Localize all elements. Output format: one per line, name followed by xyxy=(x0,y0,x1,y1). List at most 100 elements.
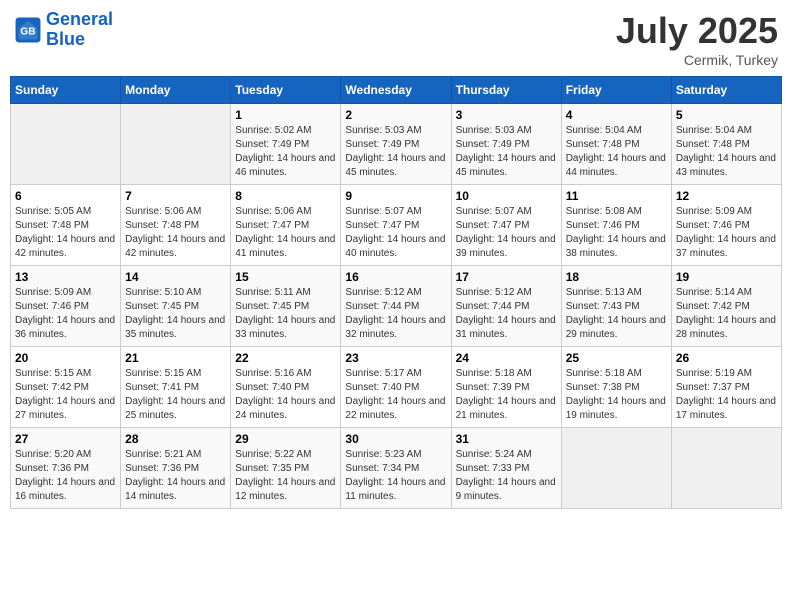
day-info: Sunrise: 5:15 AMSunset: 7:42 PMDaylight:… xyxy=(15,367,116,423)
day-number: 13 xyxy=(15,270,116,284)
logo-line1: General xyxy=(46,9,113,29)
calendar-day-cell: 21Sunrise: 5:15 AMSunset: 7:41 PMDayligh… xyxy=(121,347,231,428)
month-title: July 2025 xyxy=(616,10,778,52)
day-number: 25 xyxy=(566,351,667,365)
title-block: July 2025 Cermik, Turkey xyxy=(616,10,778,68)
calendar-day-cell: 3Sunrise: 5:03 AMSunset: 7:49 PMDaylight… xyxy=(451,104,561,185)
calendar-day-cell: 15 Sunrise: 5:11 AMSunset: 7:45 PMDayligh… xyxy=(231,266,341,347)
calendar-day-cell: 8Sunrise: 5:06 AMSunset: 7:47 PMDaylight… xyxy=(231,185,341,266)
calendar-day-cell: 18 Sunrise: 5:13 AMSunset: 7:43 PMDayligh… xyxy=(561,266,671,347)
calendar-day-cell: 16 Sunrise: 5:12 AMSunset: 7:44 PMDayligh… xyxy=(341,266,451,347)
day-number: 20 xyxy=(15,351,116,365)
calendar-day-cell xyxy=(121,104,231,185)
day-number: 12 xyxy=(676,189,777,203)
day-number: 2 xyxy=(345,108,446,122)
calendar-day-cell: 23 Sunrise: 5:17 AMSunset: 7:40 PMDayligh… xyxy=(341,347,451,428)
location-subtitle: Cermik, Turkey xyxy=(616,52,778,68)
logo: GB General Blue xyxy=(14,10,113,50)
page-header: GB General Blue July 2025 Cermik, Turkey xyxy=(10,10,782,68)
calendar-day-cell: 24 Sunrise: 5:18 AMSunset: 7:39 PMDayligh… xyxy=(451,347,561,428)
day-number: 14 xyxy=(125,270,226,284)
svg-text:GB: GB xyxy=(20,26,35,37)
calendar-table: SundayMondayTuesdayWednesdayThursdayFrid… xyxy=(10,76,782,509)
calendar-day-cell: 31Sunrise: 5:24 AMSunset: 7:33 PMDayligh… xyxy=(451,428,561,509)
day-info: Sunrise: 5:04 AMSunset: 7:48 PMDaylight:… xyxy=(566,124,667,180)
logo-line2: Blue xyxy=(46,29,85,49)
day-info: Sunrise: 5:09 AMSunset: 7:46 PMDaylight:… xyxy=(15,286,116,342)
calendar-day-cell: 19 Sunrise: 5:14 AMSunset: 7:42 PMDayligh… xyxy=(671,266,781,347)
day-number: 16 xyxy=(345,270,446,284)
day-info: Sunrise: 5:07 AMSunset: 7:47 PMDaylight:… xyxy=(345,205,446,261)
calendar-week-row: 20 Sunrise: 5:15 AMSunset: 7:42 PMDayligh… xyxy=(11,347,782,428)
day-number: 23 xyxy=(345,351,446,365)
day-number: 31 xyxy=(456,432,557,446)
calendar-day-cell: 4 Sunrise: 5:04 AMSunset: 7:48 PMDaylight… xyxy=(561,104,671,185)
weekday-header: Sunday xyxy=(11,77,121,104)
day-info: Sunrise: 5:11 AMSunset: 7:45 PMDaylight:… xyxy=(235,286,336,342)
day-info: Sunrise: 5:08 AMSunset: 7:46 PMDaylight:… xyxy=(566,205,667,261)
day-info: Sunrise: 5:04 AMSunset: 7:48 PMDaylight:… xyxy=(676,124,777,180)
calendar-day-cell: 7Sunrise: 5:06 AMSunset: 7:48 PMDaylight… xyxy=(121,185,231,266)
day-number: 28 xyxy=(125,432,226,446)
day-number: 26 xyxy=(676,351,777,365)
day-info: Sunrise: 5:13 AMSunset: 7:43 PMDaylight:… xyxy=(566,286,667,342)
day-number: 4 xyxy=(566,108,667,122)
calendar-day-cell xyxy=(671,428,781,509)
day-number: 8 xyxy=(235,189,336,203)
day-info: Sunrise: 5:17 AMSunset: 7:40 PMDaylight:… xyxy=(345,367,446,423)
day-number: 11 xyxy=(566,189,667,203)
calendar-day-cell: 13 Sunrise: 5:09 AMSunset: 7:46 PMDayligh… xyxy=(11,266,121,347)
day-info: Sunrise: 5:10 AMSunset: 7:45 PMDaylight:… xyxy=(125,286,226,342)
weekday-header: Thursday xyxy=(451,77,561,104)
calendar-day-cell: 12 Sunrise: 5:09 AMSunset: 7:46 PMDayligh… xyxy=(671,185,781,266)
day-info: Sunrise: 5:19 AMSunset: 7:37 PMDaylight:… xyxy=(676,367,777,423)
calendar-day-cell: 27 Sunrise: 5:20 AMSunset: 7:36 PMDayligh… xyxy=(11,428,121,509)
calendar-day-cell: 14 Sunrise: 5:10 AMSunset: 7:45 PMDayligh… xyxy=(121,266,231,347)
logo-icon: GB xyxy=(14,16,42,44)
calendar-week-row: 6 Sunrise: 5:05 AMSunset: 7:48 PMDaylight… xyxy=(11,185,782,266)
day-info: Sunrise: 5:09 AMSunset: 7:46 PMDaylight:… xyxy=(676,205,777,261)
weekday-header-row: SundayMondayTuesdayWednesdayThursdayFrid… xyxy=(11,77,782,104)
day-info: Sunrise: 5:18 AMSunset: 7:39 PMDaylight:… xyxy=(456,367,557,423)
calendar-day-cell: 6 Sunrise: 5:05 AMSunset: 7:48 PMDaylight… xyxy=(11,185,121,266)
day-number: 21 xyxy=(125,351,226,365)
day-info: Sunrise: 5:21 AMSunset: 7:36 PMDaylight:… xyxy=(125,448,226,504)
day-info: Sunrise: 5:23 AMSunset: 7:34 PMDaylight:… xyxy=(345,448,446,504)
calendar-day-cell: 2 Sunrise: 5:03 AMSunset: 7:49 PMDaylight… xyxy=(341,104,451,185)
day-number: 29 xyxy=(235,432,336,446)
day-number: 27 xyxy=(15,432,116,446)
day-number: 6 xyxy=(15,189,116,203)
day-info: Sunrise: 5:03 AMSunset: 7:49 PMDaylight:… xyxy=(456,124,557,180)
calendar-day-cell: 30 Sunrise: 5:23 AMSunset: 7:34 PMDayligh… xyxy=(341,428,451,509)
calendar-day-cell: 25Sunrise: 5:18 AMSunset: 7:38 PMDayligh… xyxy=(561,347,671,428)
weekday-header: Saturday xyxy=(671,77,781,104)
calendar-day-cell: 1Sunrise: 5:02 AMSunset: 7:49 PMDaylight… xyxy=(231,104,341,185)
day-info: Sunrise: 5:12 AMSunset: 7:44 PMDaylight:… xyxy=(456,286,557,342)
calendar-day-cell xyxy=(11,104,121,185)
day-info: Sunrise: 5:12 AMSunset: 7:44 PMDaylight:… xyxy=(345,286,446,342)
day-number: 9 xyxy=(345,189,446,203)
day-number: 10 xyxy=(456,189,557,203)
day-number: 19 xyxy=(676,270,777,284)
calendar-week-row: 27 Sunrise: 5:20 AMSunset: 7:36 PMDayligh… xyxy=(11,428,782,509)
calendar-day-cell: 22Sunrise: 5:16 AMSunset: 7:40 PMDayligh… xyxy=(231,347,341,428)
day-number: 18 xyxy=(566,270,667,284)
day-info: Sunrise: 5:03 AMSunset: 7:49 PMDaylight:… xyxy=(345,124,446,180)
day-number: 17 xyxy=(456,270,557,284)
day-number: 30 xyxy=(345,432,446,446)
calendar-day-cell: 29Sunrise: 5:22 AMSunset: 7:35 PMDayligh… xyxy=(231,428,341,509)
day-number: 15 xyxy=(235,270,336,284)
day-info: Sunrise: 5:05 AMSunset: 7:48 PMDaylight:… xyxy=(15,205,116,261)
calendar-day-cell: 5 Sunrise: 5:04 AMSunset: 7:48 PMDaylight… xyxy=(671,104,781,185)
day-info: Sunrise: 5:20 AMSunset: 7:36 PMDaylight:… xyxy=(15,448,116,504)
calendar-day-cell: 9 Sunrise: 5:07 AMSunset: 7:47 PMDaylight… xyxy=(341,185,451,266)
calendar-day-cell: 17 Sunrise: 5:12 AMSunset: 7:44 PMDayligh… xyxy=(451,266,561,347)
day-number: 24 xyxy=(456,351,557,365)
calendar-day-cell: 10 Sunrise: 5:07 AMSunset: 7:47 PMDayligh… xyxy=(451,185,561,266)
weekday-header: Friday xyxy=(561,77,671,104)
day-info: Sunrise: 5:02 AMSunset: 7:49 PMDaylight:… xyxy=(235,124,336,180)
day-info: Sunrise: 5:06 AMSunset: 7:48 PMDaylight:… xyxy=(125,205,226,261)
day-info: Sunrise: 5:14 AMSunset: 7:42 PMDaylight:… xyxy=(676,286,777,342)
day-info: Sunrise: 5:07 AMSunset: 7:47 PMDaylight:… xyxy=(456,205,557,261)
day-number: 5 xyxy=(676,108,777,122)
